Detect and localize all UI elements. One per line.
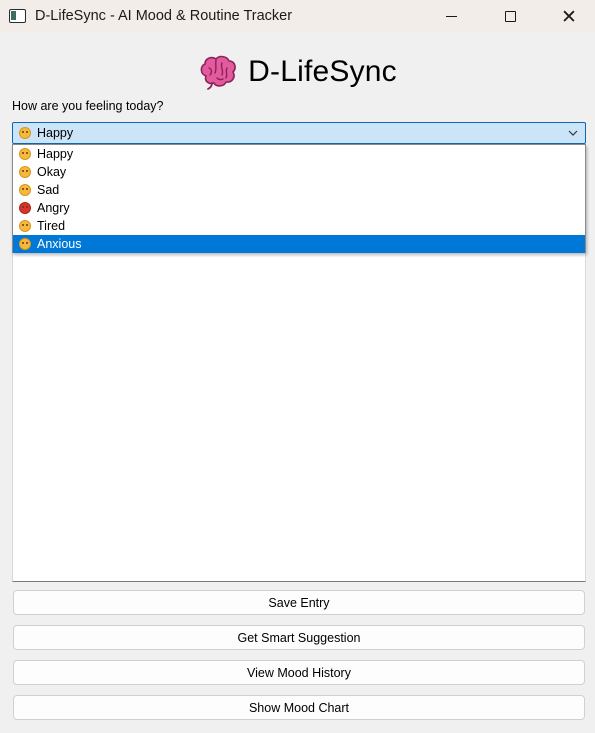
window-title: D-LifeSync - AI Mood & Routine Tracker [35, 8, 293, 24]
save-entry-button[interactable]: Save Entry [13, 590, 585, 615]
app-header: D-LifeSync [0, 50, 595, 94]
mood-option-sad[interactable]: Sad [13, 181, 585, 199]
mood-dropdown-list: Happy Okay Sad Angry Tired Anxious [12, 144, 586, 253]
chevron-down-icon [568, 130, 578, 136]
close-button[interactable]: ✕ [546, 0, 592, 33]
mood-option-label: Happy [37, 147, 74, 161]
tired-face-icon [19, 220, 31, 232]
mood-option-angry[interactable]: Angry [13, 199, 585, 217]
mood-option-label: Angry [37, 201, 70, 215]
mood-prompt-label: How are you feeling today? [12, 99, 164, 113]
mood-option-label: Tired [37, 219, 66, 233]
sad-face-icon [19, 184, 31, 196]
mood-select[interactable]: Happy [12, 122, 586, 144]
mood-option-label: Sad [37, 183, 60, 197]
angry-face-icon [19, 202, 31, 214]
minimize-icon [445, 15, 457, 18]
app-title: D-LifeSync [248, 55, 397, 88]
maximize-icon [504, 11, 516, 22]
smiling-face-icon [19, 148, 31, 160]
close-icon: ✕ [561, 5, 577, 28]
smart-suggestion-button[interactable]: Get Smart Suggestion [13, 625, 585, 650]
mood-history-button[interactable]: View Mood History [13, 660, 585, 685]
anxious-face-icon [19, 238, 31, 250]
mood-option-okay[interactable]: Okay [13, 163, 585, 181]
mood-chart-button[interactable]: Show Mood Chart [13, 695, 585, 720]
maximize-button[interactable] [487, 0, 533, 33]
neutral-face-icon [19, 166, 31, 178]
smiling-face-icon [19, 127, 31, 139]
mood-option-label: Okay [37, 165, 67, 179]
mood-option-happy[interactable]: Happy [13, 145, 585, 163]
mood-option-label: Anxious [37, 237, 82, 251]
mood-option-anxious[interactable]: Anxious [13, 235, 585, 253]
app-icon [9, 9, 26, 23]
minimize-button[interactable] [428, 0, 474, 33]
mood-select-value: Happy [37, 126, 74, 140]
brain-icon [200, 55, 237, 90]
title-bar: D-LifeSync - AI Mood & Routine Tracker ✕ [0, 0, 595, 33]
mood-option-tired[interactable]: Tired [13, 217, 585, 235]
